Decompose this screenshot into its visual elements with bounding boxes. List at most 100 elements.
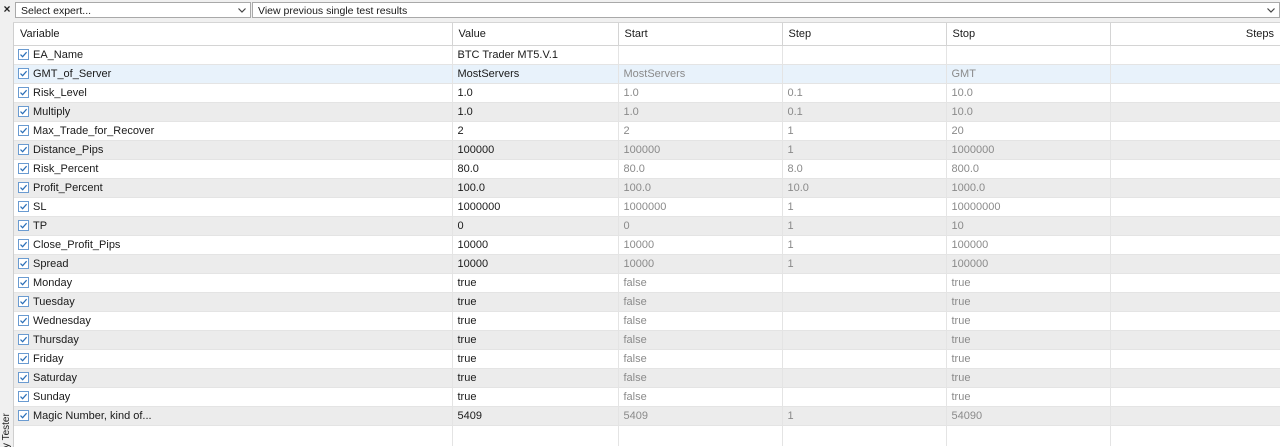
cell-start[interactable]: 100.0	[618, 178, 783, 198]
cell-variable[interactable]: Saturday	[14, 368, 453, 388]
cell-start[interactable]: 1.0	[618, 83, 783, 103]
cell-stop[interactable]: 10	[946, 216, 1111, 236]
cell-step[interactable]	[782, 45, 947, 65]
cell-value[interactable]: true	[452, 330, 619, 350]
cell-step[interactable]: 0.1	[782, 83, 947, 103]
column-header-steps[interactable]: Steps	[1110, 23, 1280, 46]
cell-value[interactable]: true	[452, 273, 619, 293]
optimize-checkbox[interactable]	[18, 220, 29, 231]
cell-steps[interactable]	[1110, 292, 1280, 312]
cell-step[interactable]: 1	[782, 216, 947, 236]
cell-stop[interactable]: 10.0	[946, 83, 1111, 103]
cell-step[interactable]	[782, 368, 947, 388]
table-row[interactable]: EA_Name BTC Trader MT5.V.1	[14, 45, 1280, 65]
cell-variable[interactable]: Monday	[14, 273, 453, 293]
table-row[interactable]: TP 0 0 1 10	[14, 216, 1280, 236]
cell-steps[interactable]	[1110, 368, 1280, 388]
cell-stop[interactable]: 10000000	[946, 197, 1111, 217]
cell-steps[interactable]	[1110, 406, 1280, 426]
cell-start[interactable]: 100000	[618, 140, 783, 160]
cell-variable[interactable]: Wednesday	[14, 311, 453, 331]
chevron-down-icon[interactable]	[1266, 3, 1276, 17]
optimize-checkbox[interactable]	[18, 258, 29, 269]
cell-variable[interactable]: SL	[14, 197, 453, 217]
cell-steps[interactable]	[1110, 102, 1280, 122]
cell-stop[interactable]: 100000	[946, 254, 1111, 274]
cell-start[interactable]: 2	[618, 121, 783, 141]
table-row[interactable]: Friday true false true	[14, 349, 1280, 369]
cell-steps[interactable]	[1110, 121, 1280, 141]
cell-start[interactable]: 0	[618, 216, 783, 236]
cell-variable[interactable]: Profit_Percent	[14, 178, 453, 198]
optimize-checkbox[interactable]	[18, 296, 29, 307]
cell-stop[interactable]: true	[946, 368, 1111, 388]
cell-start[interactable]: 5409	[618, 406, 783, 426]
cell-variable[interactable]: Close_Profit_Pips	[14, 235, 453, 255]
cell-start[interactable]: 80.0	[618, 159, 783, 179]
optimize-checkbox[interactable]	[18, 163, 29, 174]
cell-stop[interactable]: 10.0	[946, 102, 1111, 122]
cell-step[interactable]: 1	[782, 406, 947, 426]
cell-steps[interactable]	[1110, 45, 1280, 65]
close-icon[interactable]: ×	[1, 2, 13, 16]
cell-value[interactable]: BTC Trader MT5.V.1	[452, 45, 619, 65]
optimize-checkbox[interactable]	[18, 315, 29, 326]
cell-stop[interactable]: 54090	[946, 406, 1111, 426]
optimize-checkbox[interactable]	[18, 182, 29, 193]
cell-start[interactable]: 1000000	[618, 197, 783, 217]
table-row[interactable]: Monday true false true	[14, 273, 1280, 293]
cell-variable[interactable]: Tuesday	[14, 292, 453, 312]
cell-steps[interactable]	[1110, 330, 1280, 350]
cell-stop[interactable]: 800.0	[946, 159, 1111, 179]
cell-value[interactable]: true	[452, 349, 619, 369]
cell-stop[interactable]: true	[946, 292, 1111, 312]
cell-variable[interactable]: EA_Name	[14, 45, 453, 65]
cell-value[interactable]: true	[452, 368, 619, 388]
chevron-down-icon[interactable]	[237, 3, 247, 17]
cell-start[interactable]: false	[618, 387, 783, 407]
optimize-checkbox[interactable]	[18, 49, 29, 60]
cell-value[interactable]: true	[452, 387, 619, 407]
table-row[interactable]: Spread 10000 10000 1 100000	[14, 254, 1280, 274]
table-row[interactable]: Sunday true false true	[14, 387, 1280, 407]
cell-steps[interactable]	[1110, 235, 1280, 255]
table-row[interactable]: Profit_Percent 100.0 100.0 10.0 1000.0	[14, 178, 1280, 198]
cell-value[interactable]: 1.0	[452, 83, 619, 103]
cell-steps[interactable]	[1110, 64, 1280, 84]
cell-value[interactable]: 10000	[452, 254, 619, 274]
cell-value[interactable]: 5409	[452, 406, 619, 426]
optimize-checkbox[interactable]	[18, 125, 29, 136]
cell-stop[interactable]	[946, 45, 1111, 65]
cell-variable[interactable]: Distance_Pips	[14, 140, 453, 160]
optimize-checkbox[interactable]	[18, 277, 29, 288]
cell-stop[interactable]: 1000.0	[946, 178, 1111, 198]
cell-value[interactable]: 0	[452, 216, 619, 236]
cell-value[interactable]: true	[452, 292, 619, 312]
table-row[interactable]: Risk_Level 1.0 1.0 0.1 10.0	[14, 83, 1280, 103]
table-row[interactable]: Multiply 1.0 1.0 0.1 10.0	[14, 102, 1280, 122]
cell-variable[interactable]: Max_Trade_for_Recover	[14, 121, 453, 141]
cell-step[interactable]: 0.1	[782, 102, 947, 122]
cell-step[interactable]: 1	[782, 121, 947, 141]
cell-value[interactable]: 10000	[452, 235, 619, 255]
cell-value[interactable]: 100.0	[452, 178, 619, 198]
cell-steps[interactable]	[1110, 140, 1280, 160]
cell-step[interactable]	[782, 330, 947, 350]
cell-start[interactable]: false	[618, 368, 783, 388]
table-row[interactable]: Distance_Pips 100000 100000 1 1000000	[14, 140, 1280, 160]
table-row[interactable]: SL 1000000 1000000 1 10000000	[14, 197, 1280, 217]
cell-step[interactable]	[782, 349, 947, 369]
cell-variable[interactable]: TP	[14, 216, 453, 236]
cell-steps[interactable]	[1110, 178, 1280, 198]
table-row[interactable]: Thursday true false true	[14, 330, 1280, 350]
optimize-checkbox[interactable]	[18, 106, 29, 117]
cell-start[interactable]: false	[618, 292, 783, 312]
cell-steps[interactable]	[1110, 349, 1280, 369]
table-row[interactable]: Max_Trade_for_Recover 2 2 1 20	[14, 121, 1280, 141]
cell-steps[interactable]	[1110, 216, 1280, 236]
column-header-start[interactable]: Start	[618, 23, 783, 46]
cell-stop[interactable]: true	[946, 330, 1111, 350]
cell-stop[interactable]: true	[946, 349, 1111, 369]
cell-step[interactable]: 1	[782, 197, 947, 217]
cell-step[interactable]: 1	[782, 140, 947, 160]
